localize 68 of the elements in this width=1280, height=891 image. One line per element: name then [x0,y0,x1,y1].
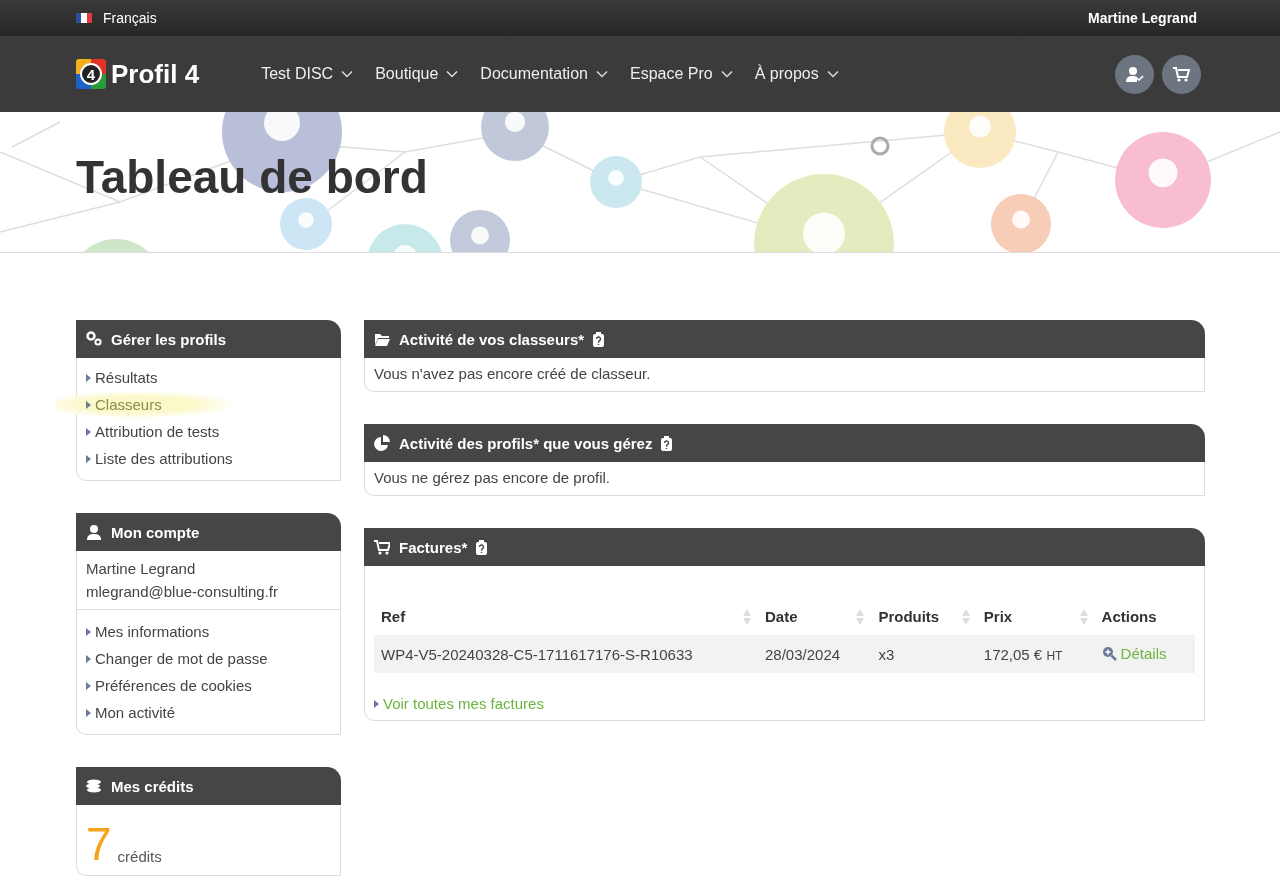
panel-title: Activité des profils* que vous gérez [399,434,653,452]
chevron-down-icon [826,70,839,78]
panel-title: Mes crédits [111,777,194,795]
panel-title: Gérer les profils [111,330,227,348]
logo-text[interactable]: Profil 4 [111,58,200,90]
chevron-down-icon [595,70,608,78]
triangle-icon [86,454,91,463]
triangle-icon [374,699,379,708]
nav-menu-item[interactable]: Boutique [375,65,459,83]
column-header: Actions [1101,608,1157,625]
pie-chart-icon [374,435,390,451]
triangle-icon [86,373,91,382]
sidebar-link[interactable]: Liste des attributions [95,450,233,467]
user-icon [86,524,102,540]
user-name-link[interactable]: Martine Legrand [1088,10,1197,26]
triangle-icon [86,400,91,409]
user-check-icon [1125,66,1144,82]
column-header: Ref [381,608,406,625]
chevron-down-icon [446,70,459,78]
account-email: mlegrand@blue-consulting.fr [86,582,278,602]
page-title: Tableau de bord [75,150,428,204]
sidebar-link[interactable]: Changer de mot de passe [95,650,268,667]
gears-icon [86,331,102,347]
triangle-icon [86,708,91,717]
product-count: x3 [871,635,977,673]
column-header: Date [765,608,798,625]
price: 172,05 € [983,645,1043,663]
panel-title: Mon compte [111,523,200,541]
empty-message: Vous n'avez pas encore créé de classeur. [374,364,652,383]
triangle-icon [86,627,91,636]
credit-count: 7 [86,821,112,867]
coins-icon [86,778,102,794]
column-header: Prix [983,608,1013,625]
nav-menu-item[interactable]: Documentation [480,65,608,83]
credit-unit: crédits [117,848,162,867]
panel-title: Factures* [399,538,468,556]
panel-title: Activité de vos classeurs* [399,330,585,348]
sidebar-link[interactable]: Résultats [95,369,158,386]
sidebar-link[interactable]: Attribution de tests [95,423,220,440]
zoom-in-icon [1101,645,1117,661]
help-clipboard-icon [593,331,605,347]
nav-menu-item[interactable]: À propos [754,65,839,83]
triangle-icon [86,654,91,663]
sidebar-link[interactable]: Mes informations [95,623,210,640]
sidebar-link[interactable]: Préférences de cookies [95,677,252,694]
cart-icon [374,539,390,555]
language-link[interactable]: Français [103,10,157,26]
cart-icon [1172,66,1191,82]
account-button[interactable] [1115,54,1154,94]
logo-badge: 4 [76,59,106,89]
empty-message: Vous ne gérez pas encore de profil. [374,468,611,487]
nav-menu-item[interactable]: Espace Pro [629,65,733,83]
french-flag-icon [76,13,92,23]
chevron-down-icon [341,70,354,78]
table-cell: WP4-V5-20240328-C5-1711617176-S-R10633 [374,635,758,673]
nav-menu-item[interactable]: Test DISC [261,65,354,83]
help-clipboard-icon [476,539,488,555]
help-clipboard-icon [661,435,673,451]
triangle-icon [86,681,91,690]
tax-label: HT [1046,648,1063,663]
column-header: Produits [878,608,940,625]
table-cell: 28/03/2024 [758,635,872,673]
cart-button[interactable] [1162,54,1201,94]
chevron-down-icon [720,70,733,78]
account-name: Martine Legrand [86,559,196,579]
folder-icon [374,331,390,347]
triangle-icon [86,427,91,436]
sidebar-link[interactable]: Mon activité [95,704,176,721]
